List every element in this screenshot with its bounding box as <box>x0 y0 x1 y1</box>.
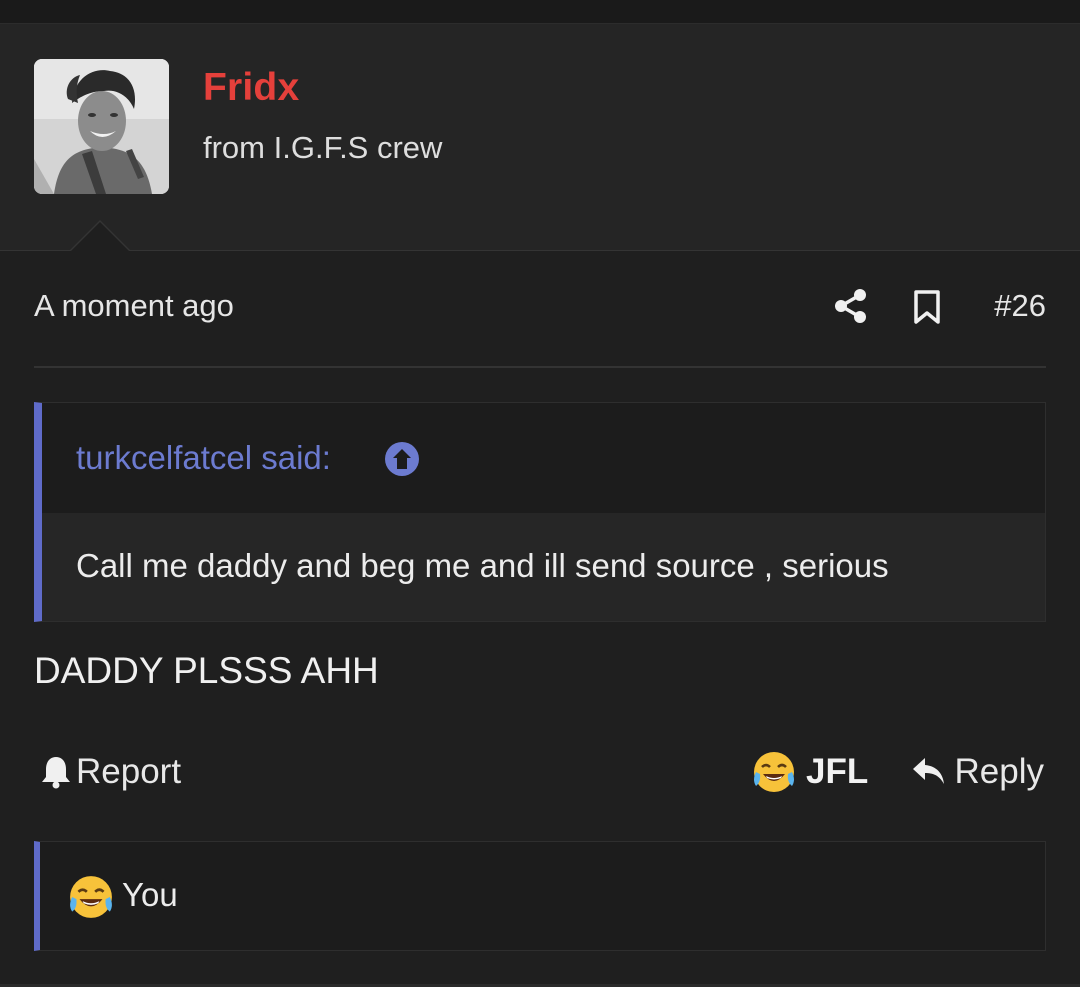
post-timestamp[interactable]: A moment ago <box>34 288 234 324</box>
post-message: DADDY PLSSS AHH <box>34 650 379 691</box>
reply-button[interactable]: Reply <box>911 750 1044 794</box>
top-bar <box>0 0 1080 24</box>
reactions-summary-text: You <box>122 876 178 913</box>
reply-label: Reply <box>954 752 1044 791</box>
quote-body: Call me daddy and beg me and ill send so… <box>42 513 1045 621</box>
post-user-header: Fridx from I.G.F.S crew <box>0 24 1080 251</box>
quote-block: turkcelfatcel said: Call me daddy and be… <box>34 402 1046 622</box>
avatar[interactable] <box>34 59 169 194</box>
bookmark-icon[interactable] <box>912 289 942 325</box>
reactions-summary[interactable]: You <box>34 841 1046 951</box>
quote-header: turkcelfatcel said: <box>42 403 1045 513</box>
quote-author-link[interactable]: turkcelfatcel said: <box>76 439 331 477</box>
post-number[interactable]: #26 <box>994 288 1046 324</box>
post-actions: Report JFL Reply <box>34 745 1046 799</box>
share-icon[interactable] <box>834 288 868 324</box>
tears-of-joy-emoji-icon <box>70 876 112 918</box>
reaction-label: JFL <box>806 752 869 791</box>
report-label: Report <box>76 752 182 791</box>
bell-icon <box>42 757 70 789</box>
tears-of-joy-emoji-icon <box>754 752 794 792</box>
header-pointer <box>70 222 130 252</box>
report-button[interactable]: Report <box>40 750 181 794</box>
arrow-circle-up-icon[interactable] <box>384 441 420 477</box>
post-meta-row: A moment ago #26 <box>34 284 1046 334</box>
user-title: from I.G.F.S crew <box>203 130 443 165</box>
avatar-image <box>34 59 169 194</box>
meta-divider <box>34 366 1046 368</box>
reply-arrow-icon <box>912 758 944 784</box>
reaction-button[interactable]: JFL <box>752 747 868 797</box>
username[interactable]: Fridx <box>203 66 299 110</box>
quote-text: Call me daddy and beg me and ill send so… <box>76 547 889 584</box>
